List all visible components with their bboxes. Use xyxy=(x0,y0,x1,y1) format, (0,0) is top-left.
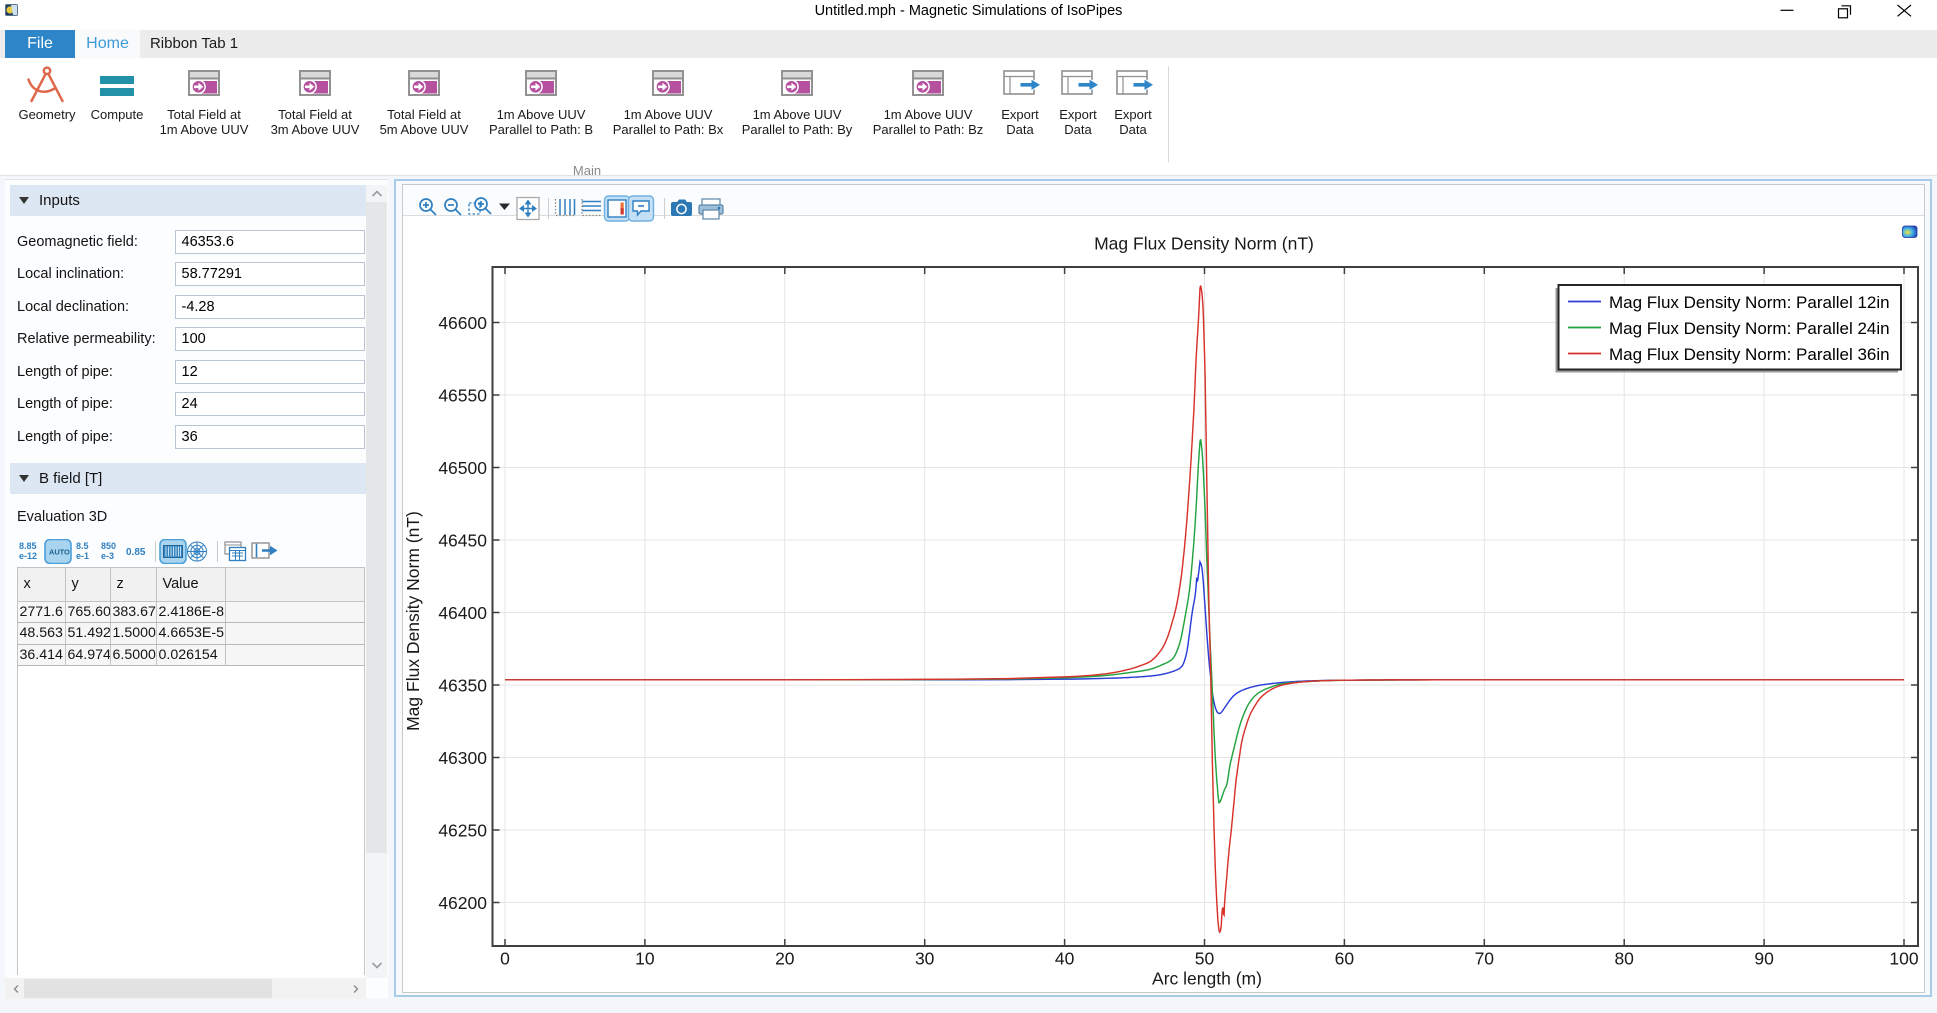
svg-text:Mag Flux Density Norm (nT): Mag Flux Density Norm (nT) xyxy=(1094,234,1314,254)
svg-text:100: 100 xyxy=(1889,949,1918,969)
svg-text:46250: 46250 xyxy=(438,820,487,840)
svg-text:Mag Flux Density Norm: Paralle: Mag Flux Density Norm: Parallel 24in xyxy=(1609,319,1890,338)
svg-text:46550: 46550 xyxy=(438,385,487,405)
svg-text:Arc length (m): Arc length (m) xyxy=(1152,969,1262,989)
svg-text:50: 50 xyxy=(1195,949,1215,969)
svg-text:30: 30 xyxy=(915,949,935,969)
svg-text:60: 60 xyxy=(1335,949,1355,969)
svg-text:90: 90 xyxy=(1754,949,1774,969)
svg-text:46200: 46200 xyxy=(438,893,487,913)
svg-text:Mag Flux Density Norm: Paralle: Mag Flux Density Norm: Parallel 36in xyxy=(1609,345,1890,364)
svg-text:46450: 46450 xyxy=(438,530,487,550)
svg-text:46300: 46300 xyxy=(438,748,487,768)
svg-text:20: 20 xyxy=(775,949,795,969)
svg-text:Mag Flux Density Norm: Paralle: Mag Flux Density Norm: Parallel 12in xyxy=(1609,293,1890,312)
svg-text:80: 80 xyxy=(1614,949,1634,969)
svg-text:10: 10 xyxy=(635,949,655,969)
svg-text:46400: 46400 xyxy=(438,603,487,623)
svg-text:70: 70 xyxy=(1475,949,1495,969)
svg-text:46500: 46500 xyxy=(438,458,487,478)
svg-text:0: 0 xyxy=(500,949,510,969)
svg-text:Mag Flux Density Norm (nT): Mag Flux Density Norm (nT) xyxy=(403,511,423,731)
svg-text:46350: 46350 xyxy=(438,675,487,695)
svg-text:40: 40 xyxy=(1055,949,1075,969)
svg-text:46600: 46600 xyxy=(438,313,487,333)
